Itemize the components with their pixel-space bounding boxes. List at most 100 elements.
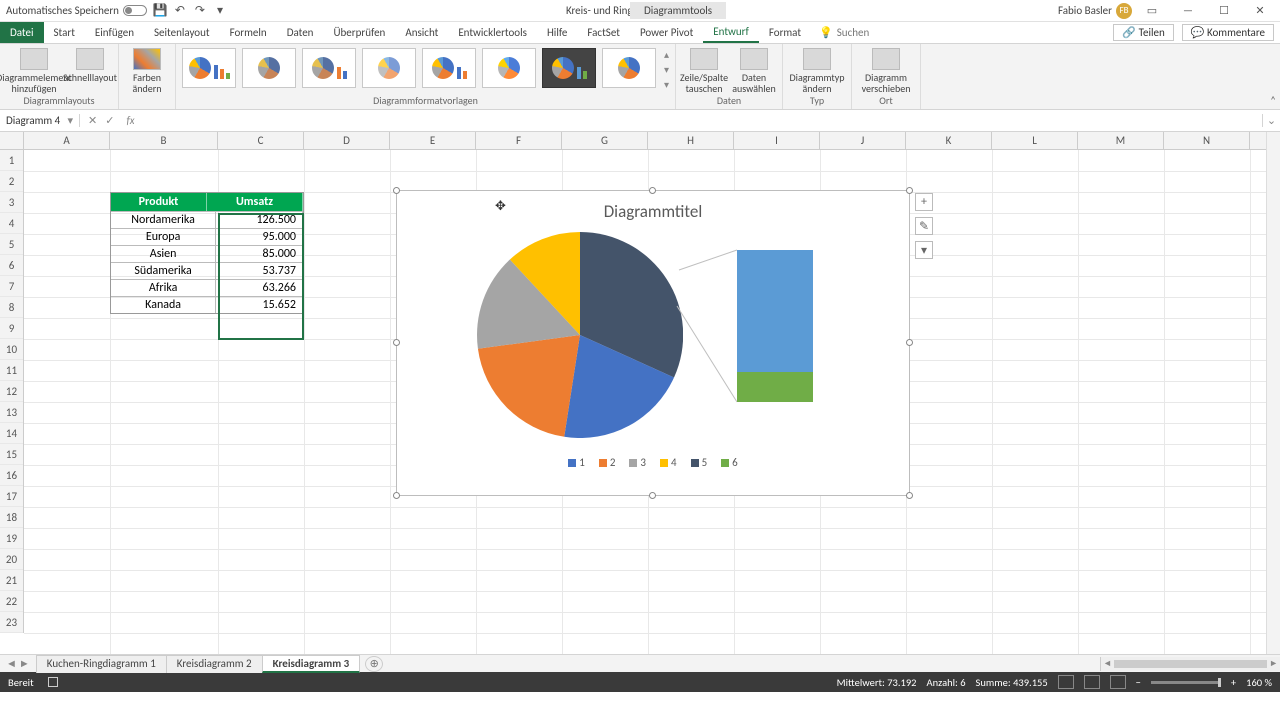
macro-record-icon[interactable] — [48, 677, 58, 687]
table-row[interactable]: Südamerika53.737 — [111, 262, 303, 279]
tab-data[interactable]: Daten — [277, 22, 324, 43]
tab-pagelayout[interactable]: Seitenlayout — [144, 22, 220, 43]
tab-start[interactable]: Start — [44, 22, 85, 43]
table-row[interactable]: Afrika63.266 — [111, 279, 303, 296]
row-header-7[interactable]: 7 — [0, 276, 23, 297]
row-header-16[interactable]: 16 — [0, 465, 23, 486]
tab-developer[interactable]: Entwicklertools — [448, 22, 537, 43]
row-header-18[interactable]: 18 — [0, 507, 23, 528]
col-header-E[interactable]: E — [390, 132, 476, 149]
legend-item-3[interactable]: 3 — [629, 456, 646, 469]
chart-style-2[interactable] — [242, 48, 296, 88]
tab-help[interactable]: Hilfe — [537, 22, 577, 43]
tell-me-search[interactable]: 💡 Suchen — [819, 22, 869, 43]
tab-view[interactable]: Ansicht — [395, 22, 448, 43]
ribbon-display-options-icon[interactable]: ▭ — [1136, 1, 1168, 21]
enter-formula-icon[interactable]: ✓ — [105, 114, 114, 127]
bar-segment-afrika[interactable] — [737, 250, 813, 372]
row-header-13[interactable]: 13 — [0, 402, 23, 423]
chart-style-1[interactable] — [182, 48, 236, 88]
sheet-tab[interactable]: Kreisdiagramm 2 — [166, 655, 263, 673]
tab-powerpivot[interactable]: Power Pivot — [630, 22, 703, 43]
zoom-slider[interactable] — [1151, 681, 1221, 684]
row-header-6[interactable]: 6 — [0, 255, 23, 276]
col-header-G[interactable]: G — [562, 132, 648, 149]
chart-legend[interactable]: 123456 — [397, 452, 909, 477]
row-header-17[interactable]: 17 — [0, 486, 23, 507]
table-row[interactable]: Kanada15.652 — [111, 296, 303, 313]
select-all-button[interactable] — [0, 132, 24, 150]
sheet-nav-next-icon[interactable]: ► — [19, 657, 30, 670]
view-pagebreak-icon[interactable] — [1110, 675, 1126, 689]
cancel-formula-icon[interactable]: ✕ — [88, 114, 97, 127]
zoom-out-icon[interactable]: − — [1136, 676, 1141, 689]
row-headers[interactable]: 1234567891011121314151617181920212223 — [0, 150, 24, 633]
row-header-5[interactable]: 5 — [0, 234, 23, 255]
name-box[interactable]: Diagramm 4▾ — [0, 114, 80, 127]
col-header-D[interactable]: D — [304, 132, 390, 149]
sheet-tab[interactable]: Kreisdiagramm 3 — [262, 655, 361, 673]
row-header-15[interactable]: 15 — [0, 444, 23, 465]
row-header-19[interactable]: 19 — [0, 528, 23, 549]
tab-design[interactable]: Entwurf — [703, 22, 759, 43]
secondary-bar[interactable] — [737, 250, 813, 402]
style-gallery-down-icon[interactable]: ▾ — [664, 63, 669, 76]
change-chart-type-button[interactable]: Diagrammtyp ändern — [789, 48, 845, 94]
row-header-2[interactable]: 2 — [0, 171, 23, 192]
chart-elements-button[interactable]: + — [915, 193, 933, 211]
row-header-11[interactable]: 11 — [0, 360, 23, 381]
chart-object[interactable]: ✥ Diagrammtitel — [396, 190, 910, 496]
chart-style-6[interactable] — [482, 48, 536, 88]
chart-styles-button[interactable]: ✎ — [915, 217, 933, 235]
minimize-icon[interactable]: — — [1172, 1, 1204, 21]
horizontal-scrollbar[interactable]: ◄► — [1100, 657, 1280, 671]
tab-formulas[interactable]: Formeln — [220, 22, 277, 43]
user-avatar[interactable]: FB — [1116, 3, 1132, 19]
new-sheet-button[interactable]: ⊕ — [365, 656, 383, 672]
row-header-4[interactable]: 4 — [0, 213, 23, 234]
style-gallery-up-icon[interactable]: ▴ — [664, 48, 669, 61]
row-header-8[interactable]: 8 — [0, 297, 23, 318]
col-header-A[interactable]: A — [24, 132, 110, 149]
sheet-nav-prev-icon[interactable]: ◄ — [6, 657, 17, 670]
table-row[interactable]: Nordamerika126.500 — [111, 211, 303, 228]
tab-insert[interactable]: Einfügen — [85, 22, 144, 43]
share-button[interactable]: 🔗 Teilen — [1113, 24, 1173, 41]
legend-item-1[interactable]: 1 — [568, 456, 585, 469]
col-header-C[interactable]: C — [218, 132, 304, 149]
table-row[interactable]: Asien85.000 — [111, 245, 303, 262]
qat-customize-icon[interactable]: ▾ — [213, 4, 227, 18]
col-header-M[interactable]: M — [1078, 132, 1164, 149]
row-header-21[interactable]: 21 — [0, 570, 23, 591]
vertical-scrollbar[interactable] — [1266, 132, 1280, 654]
save-icon[interactable]: 💾 — [153, 4, 167, 18]
column-headers[interactable]: ABCDEFGHIJKLMN — [24, 132, 1266, 150]
autosave-switch-icon[interactable] — [123, 5, 147, 16]
close-icon[interactable]: ✕ — [1244, 1, 1276, 21]
chart-style-3[interactable] — [302, 48, 356, 88]
col-header-N[interactable]: N — [1164, 132, 1250, 149]
col-header-K[interactable]: K — [906, 132, 992, 149]
row-header-23[interactable]: 23 — [0, 612, 23, 633]
tab-format[interactable]: Format — [759, 22, 811, 43]
chart-style-7[interactable] — [542, 48, 596, 88]
worksheet-grid[interactable]: ABCDEFGHIJKLMN 1234567891011121314151617… — [0, 132, 1280, 654]
col-header-B[interactable]: B — [110, 132, 218, 149]
row-header-3[interactable]: 3 — [0, 192, 23, 213]
legend-item-4[interactable]: 4 — [660, 456, 677, 469]
autosave-toggle[interactable]: Automatisches Speichern — [6, 4, 147, 17]
col-header-J[interactable]: J — [820, 132, 906, 149]
tab-review[interactable]: Überprüfen — [323, 22, 395, 43]
tab-file[interactable]: Datei — [0, 22, 44, 43]
legend-item-2[interactable]: 2 — [599, 456, 616, 469]
chart-filters-button[interactable]: ▾ — [915, 241, 933, 259]
undo-icon[interactable]: ↶ — [173, 4, 187, 18]
add-chart-element-button[interactable]: Diagrammelement hinzufügen — [6, 48, 62, 94]
data-table[interactable]: Produkt Umsatz Nordamerika126.500Europa9… — [110, 192, 304, 314]
fx-icon[interactable]: fx — [122, 114, 138, 127]
chart-style-5[interactable] — [422, 48, 476, 88]
row-header-9[interactable]: 9 — [0, 318, 23, 339]
comments-button[interactable]: 💬 Kommentare — [1182, 24, 1274, 41]
view-normal-icon[interactable] — [1058, 675, 1074, 689]
change-colors-button[interactable]: Farben ändern — [125, 48, 169, 94]
